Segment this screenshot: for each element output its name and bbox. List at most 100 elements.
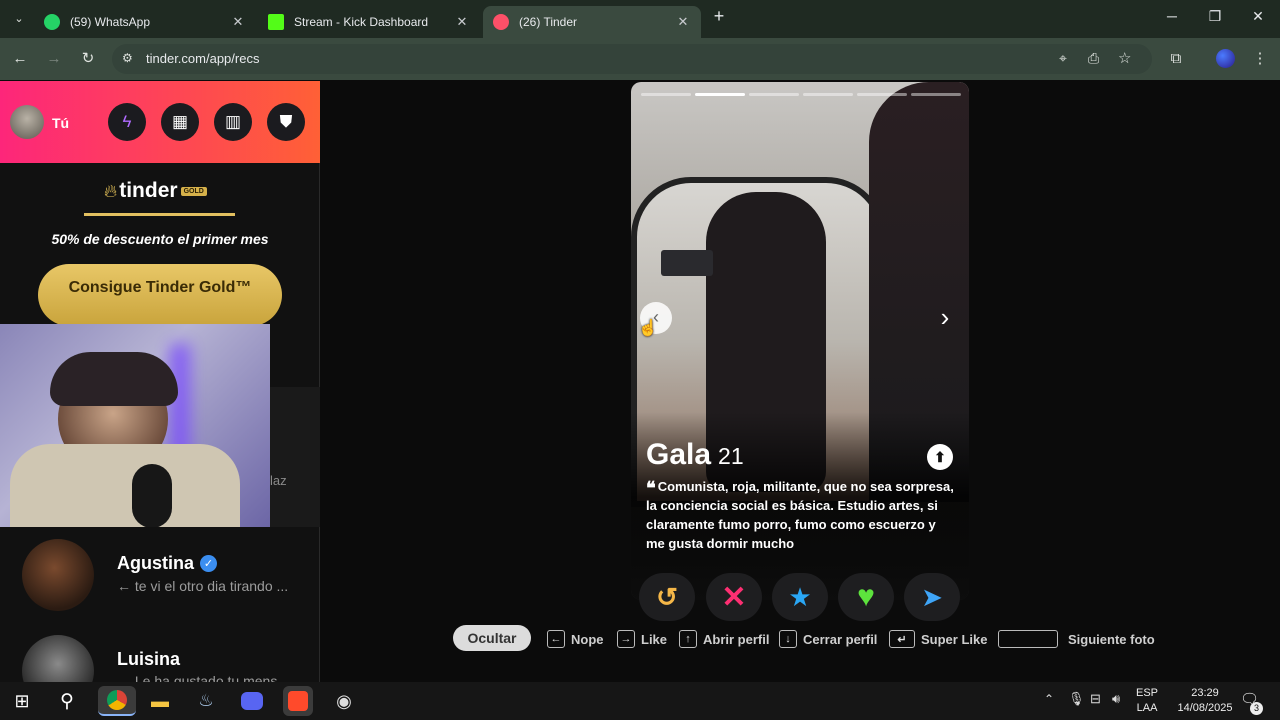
tab-tinder[interactable]: (26) Tinder ✕ [483, 6, 701, 38]
photo-progress-bar [911, 93, 961, 96]
tab-whatsapp[interactable]: (59) WhatsApp ✕ [34, 6, 256, 38]
profile-age: 21 [718, 443, 744, 469]
profile-avatar-icon[interactable] [1216, 49, 1235, 68]
shortcut-like: → Like [617, 627, 667, 651]
clock[interactable]: 23:29 14/08/2025 [1170, 686, 1240, 716]
arrow-right-key-icon: → [617, 630, 635, 648]
close-icon[interactable]: ✕ [230, 14, 246, 30]
new-tab-icon[interactable]: + [704, 6, 734, 27]
clock-time: 23:29 [1191, 687, 1219, 699]
avatar[interactable] [10, 105, 44, 139]
next-photo-button[interactable]: › [931, 302, 959, 334]
profile-name-row: Gala 21 [646, 438, 744, 472]
like-button[interactable]: ♥ [838, 573, 894, 621]
microphone-icon [132, 464, 172, 527]
match-message: ← te vi el otro dia tirando ... [117, 578, 289, 594]
reload-icon[interactable]: ↻ [77, 48, 99, 70]
nope-x-icon: ✕ [721, 580, 747, 614]
window-close-icon[interactable]: ✕ [1243, 8, 1273, 25]
discord-icon[interactable] [237, 686, 267, 716]
photo-progress-bar-active [695, 93, 745, 96]
kick-icon [268, 14, 284, 30]
photo-progress-bar [857, 93, 907, 96]
restore-icon[interactable]: ❐ [1200, 8, 1230, 25]
shortcut-label: Like [641, 631, 668, 647]
tray-mic-icon[interactable]: 🎙︎ [1068, 691, 1085, 707]
shortcut-label: Nope [571, 631, 604, 647]
explore-icon[interactable]: ▦ [161, 103, 199, 141]
arrow-down-key-icon: ↓ [779, 630, 797, 648]
tab-title: (26) Tinder [519, 15, 578, 29]
tab-kick[interactable]: Stream - Kick Dashboard ✕ [258, 6, 480, 38]
bio-text: Comunista, roja, militante, que no sea s… [646, 479, 954, 551]
shortcut-label: Siguiente foto [1068, 631, 1155, 647]
lang-top: ESP [1136, 687, 1159, 699]
rewind-button[interactable]: ↺ [639, 573, 695, 621]
arrow-left-key-icon: ← [547, 630, 565, 648]
match-name: Luisina [117, 649, 181, 669]
back-icon[interactable]: ← [9, 48, 31, 70]
profile-bio: ❝ Comunista, roja, militante, que no sea … [646, 477, 958, 553]
chrome-app-icon[interactable] [98, 686, 136, 716]
hide-shortcuts-button[interactable]: Ocultar [453, 625, 531, 651]
profile-label[interactable]: Tú [52, 115, 69, 131]
ea-app-icon[interactable] [283, 686, 313, 716]
streamer-hair [50, 352, 178, 406]
list-item[interactable]: Luisina ← Le ha gustado tu mens... [0, 627, 320, 682]
location-icon[interactable]: ⌖ [1059, 50, 1067, 67]
steam-icon[interactable]: ♨ [191, 686, 221, 716]
address-bar[interactable]: ⚙ tinder.com/app/recs ⌖ ⎙ ☆ [112, 44, 1152, 74]
super-like-button[interactable]: ★ [772, 573, 828, 621]
menu-dots-icon[interactable]: ⋮ [1249, 48, 1271, 70]
minimize-icon[interactable]: ─ [1157, 8, 1187, 24]
tab-title: Stream - Kick Dashboard [294, 15, 429, 29]
windows-start-icon[interactable]: ⊞ [7, 686, 37, 716]
gold-divider [84, 213, 235, 216]
obs-icon[interactable]: ◉ [329, 686, 359, 716]
tab-strip: ⌄ (59) WhatsApp ✕ Stream - Kick Dashboar… [0, 0, 1280, 38]
get-gold-button[interactable]: Consigue Tinder Gold™ [38, 264, 282, 326]
boost-icon[interactable]: ϟ [108, 103, 146, 141]
webcam-overlay [0, 324, 270, 527]
tinder-gold-logo: 🔥︎ tinder GOLD [104, 179, 207, 203]
forward-icon[interactable]: → [43, 48, 65, 70]
tray-overflow-icon[interactable]: ⌃ [1044, 692, 1054, 706]
extensions-icon[interactable]: ⧉ [1165, 48, 1187, 70]
file-explorer-icon[interactable]: ▬ [145, 686, 175, 716]
match-name: Agustina [117, 553, 195, 573]
shortcut-label: Abrir perfil [703, 631, 770, 647]
profile-card[interactable]: ‹ › Gala 21 ⬆ ❝ Comunista, roja, militant… [631, 82, 969, 600]
list-item[interactable]: Agustina ✓ ← te vi el otro dia tirando .… [0, 527, 320, 617]
photo-progress-bar [803, 93, 853, 96]
star-icon: ★ [788, 581, 812, 612]
profile-name: Gala [646, 438, 712, 471]
shortcut-label: Super Like [921, 631, 988, 647]
tab-search-icon[interactable]: ⌄ [8, 8, 30, 30]
rewind-icon: ↺ [656, 581, 678, 612]
boost-button[interactable]: ➤ [904, 573, 960, 621]
sidebar-header: Tú ϟ ▦ ▥ ⛊ [0, 81, 320, 163]
heart-icon: ♥ [857, 580, 875, 613]
mouse-cursor-icon: ☝ [638, 320, 658, 337]
bookmark-star-icon[interactable]: ☆ [1118, 49, 1131, 67]
language-indicator[interactable]: ESP LAA [1136, 686, 1158, 716]
whatsapp-icon [44, 14, 60, 30]
clock-date: 14/08/2025 [1177, 702, 1233, 714]
nope-button[interactable]: ✕ [706, 573, 762, 621]
windows-taskbar: ⊞ ⚲ ▬ ♨ ◉ ⌃ 🎙︎ ⊟ 🔊︎ ESP LAA 23:29 14/08/… [0, 682, 1280, 720]
close-icon[interactable]: ✕ [454, 14, 470, 30]
tray-volume-icon[interactable]: 🔊︎ [1112, 691, 1120, 707]
notification-count: 3 [1250, 702, 1263, 715]
install-app-icon[interactable]: ⎙ [1088, 50, 1099, 67]
safety-shield-icon[interactable]: ⛊ [267, 103, 305, 141]
open-profile-up-arrow-icon[interactable]: ⬆ [927, 444, 953, 470]
site-settings-icon[interactable]: ⚙ [122, 51, 133, 65]
gold-brand: tinder [119, 179, 178, 202]
briefcase-icon[interactable]: ▥ [214, 103, 252, 141]
close-icon[interactable]: ✕ [675, 14, 691, 30]
sidebar-panel-fragment [270, 387, 320, 527]
shortcut-label: Cerrar perfil [803, 631, 878, 647]
flame-icon: 🔥︎ [104, 180, 118, 201]
search-icon[interactable]: ⚲ [52, 686, 82, 716]
tray-network-icon[interactable]: ⊟ [1090, 691, 1101, 707]
